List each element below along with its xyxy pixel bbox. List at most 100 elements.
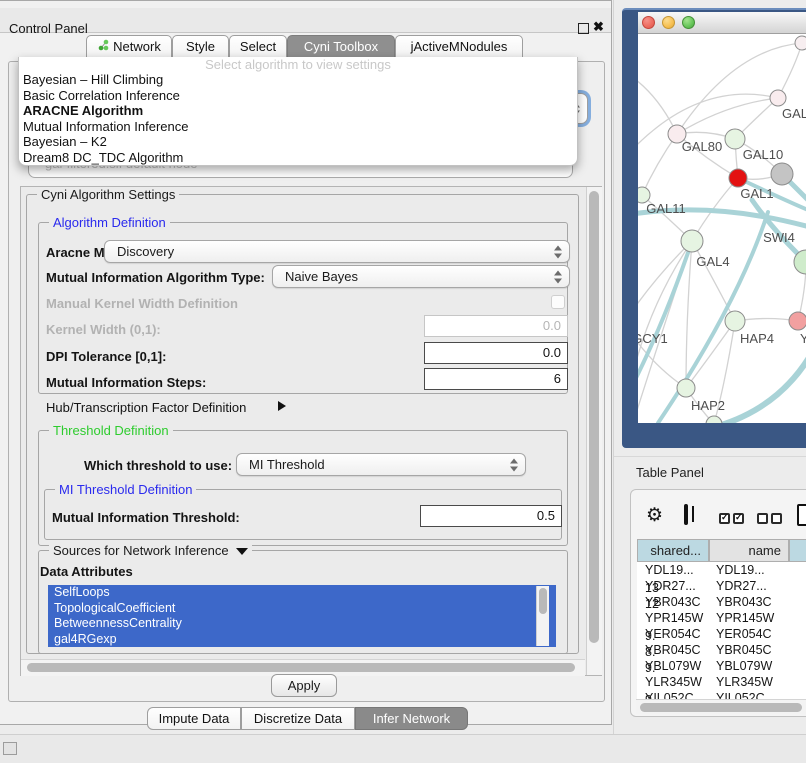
network-node-label: GCY1 bbox=[638, 331, 668, 346]
tab-label: Network bbox=[113, 36, 161, 58]
combo-stepper-icon bbox=[510, 458, 518, 471]
document-icon[interactable] bbox=[797, 504, 806, 526]
tab-jactivemnodules[interactable]: jActiveMNodules bbox=[395, 35, 523, 59]
mi-algorithm-type-value: Naive Bayes bbox=[285, 269, 358, 284]
table-cell: YDR27... bbox=[708, 578, 788, 594]
table-row[interactable]: YPR145WYPR145W9. bbox=[637, 610, 806, 626]
mi-algorithm-type-combo[interactable]: Naive Bayes bbox=[272, 265, 570, 288]
network-node[interactable] bbox=[677, 379, 695, 397]
network-node[interactable] bbox=[789, 312, 806, 330]
panel-divider[interactable] bbox=[613, 0, 614, 734]
data-attribute-item[interactable]: BetweennessCentrality bbox=[48, 616, 556, 632]
list-scrollbar[interactable] bbox=[536, 586, 549, 646]
mi-threshold-definition-title: MI Threshold Definition bbox=[55, 482, 196, 497]
network-node[interactable] bbox=[725, 129, 745, 149]
table-panel-title: Table Panel bbox=[636, 465, 704, 480]
table-cell: YPR145W bbox=[708, 610, 788, 626]
algorithm-definition-title: Algorithm Definition bbox=[49, 215, 170, 230]
network-node[interactable] bbox=[771, 163, 793, 185]
kernel-width-label: Kernel Width (0,1): bbox=[46, 322, 161, 337]
dpi-tolerance-field[interactable]: 0.0 bbox=[424, 342, 568, 364]
columns-icon[interactable] bbox=[684, 504, 688, 525]
network-node-label: SWI4 bbox=[763, 230, 795, 245]
close-icon[interactable]: ✖ bbox=[593, 19, 604, 35]
tab-infer-network[interactable]: Infer Network bbox=[355, 707, 468, 730]
algorithm-option[interactable]: ARACNE Algorithm bbox=[19, 103, 577, 119]
hub-definition-label: Hub/Transcription Factor Definition bbox=[46, 400, 246, 415]
aracne-mode-combo[interactable]: Discovery bbox=[104, 240, 570, 263]
network-edge[interactable] bbox=[686, 241, 692, 388]
mi-threshold-field[interactable]: 0.5 bbox=[420, 505, 562, 527]
table-cell: YBR043C bbox=[637, 594, 708, 610]
select-all-icon[interactable] bbox=[719, 511, 744, 529]
table-row[interactable]: YLR345WYLR345W9. bbox=[637, 674, 806, 690]
collapse-down-icon[interactable] bbox=[236, 548, 248, 555]
network-edge[interactable] bbox=[677, 98, 778, 134]
network-edge[interactable] bbox=[658, 212, 768, 423]
data-attribute-item[interactable]: gal4RGexp bbox=[48, 632, 556, 648]
float-window-icon[interactable] bbox=[578, 23, 589, 34]
table-row[interactable]: YBL079WYBL079W bbox=[637, 658, 806, 674]
deselect-all-icon[interactable] bbox=[757, 511, 782, 529]
column-header-name[interactable]: name bbox=[709, 539, 789, 562]
close-traffic-light-icon[interactable] bbox=[642, 16, 655, 29]
which-threshold-value: MI Threshold bbox=[249, 457, 325, 472]
data-attribute-item[interactable]: SelfLoops bbox=[48, 585, 556, 601]
table-row[interactable]: YBR043CYBR043C bbox=[637, 594, 806, 610]
data-attribute-item[interactable]: TopologicalCoefficient bbox=[48, 601, 556, 617]
tab-impute-data[interactable]: Impute Data bbox=[147, 707, 241, 730]
zoom-traffic-light-icon[interactable] bbox=[682, 16, 695, 29]
network-node[interactable] bbox=[795, 36, 806, 50]
bottom-left-grip-icon[interactable] bbox=[3, 742, 17, 755]
control-panel-titlebar: Control Panel ✖ bbox=[0, 8, 611, 33]
algorithm-option[interactable]: Mutual Information Inference bbox=[19, 119, 577, 135]
apply-button[interactable]: Apply bbox=[271, 674, 337, 697]
kernel-width-field[interactable]: 0.0 bbox=[424, 315, 568, 337]
algorithm-dropdown-hint: Select algorithm to view settings bbox=[19, 57, 577, 72]
algorithm-option[interactable]: Bayesian – Hill Climbing bbox=[19, 72, 577, 88]
network-node[interactable] bbox=[725, 311, 745, 331]
column-header-a[interactable]: A bbox=[789, 539, 806, 562]
network-node[interactable] bbox=[770, 90, 786, 106]
combo-stepper-icon bbox=[554, 270, 562, 283]
status-strip bbox=[0, 734, 806, 763]
tab-network[interactable]: Network bbox=[86, 35, 172, 59]
settings-vertical-scrollbar[interactable] bbox=[586, 187, 602, 675]
network-canvas[interactable]: GALGAL80GAL10GAL1GAL11GAL4SWI4HAP4YGCY1H… bbox=[638, 34, 806, 423]
table-row[interactable]: YBR045CYBR045C9. bbox=[637, 642, 806, 658]
network-node-label: HAP2 bbox=[691, 398, 725, 413]
table-row[interactable]: YDL19...YDL19...13 bbox=[637, 562, 806, 578]
network-node[interactable] bbox=[729, 169, 747, 187]
mi-steps-field[interactable]: 6 bbox=[424, 368, 568, 390]
table-horizontal-scrollbar[interactable] bbox=[636, 699, 806, 714]
network-edge[interactable] bbox=[642, 134, 677, 195]
tab-select[interactable]: Select bbox=[229, 35, 287, 59]
network-edge[interactable] bbox=[686, 321, 735, 388]
network-icon bbox=[97, 36, 109, 58]
expand-right-icon[interactable] bbox=[278, 401, 286, 411]
gear-icon[interactable]: ⚙ bbox=[646, 505, 663, 527]
algorithm-option[interactable]: Dream8 DC_TDC Algorithm bbox=[19, 150, 577, 166]
table-cell: YDL19... bbox=[637, 562, 708, 578]
minimize-traffic-light-icon[interactable] bbox=[662, 16, 675, 29]
tab-discretize-data[interactable]: Discretize Data bbox=[241, 707, 355, 730]
manual-kernel-width-checkbox[interactable] bbox=[551, 295, 565, 309]
node-table[interactable]: YDL19...YDL19...13YDR27...YDR27...12YBR0… bbox=[637, 562, 806, 702]
data-attributes-list[interactable]: SelfLoopsTopologicalCoefficientBetweenne… bbox=[48, 585, 556, 647]
column-header-shared-[interactable]: shared... bbox=[637, 539, 709, 562]
table-cell: YBR045C bbox=[708, 642, 788, 658]
network-node[interactable] bbox=[681, 230, 703, 252]
network-node-label: GAL bbox=[782, 106, 806, 121]
network-edge[interactable] bbox=[638, 74, 677, 134]
algorithm-option[interactable]: Bayesian – K2 bbox=[19, 134, 577, 150]
table-row[interactable]: YDR27...YDR27...12 bbox=[637, 578, 806, 594]
tab-cyni-toolbox[interactable]: Cyni Toolbox bbox=[287, 35, 395, 59]
which-threshold-combo[interactable]: MI Threshold bbox=[236, 453, 526, 476]
tab-style[interactable]: Style bbox=[172, 35, 229, 59]
table-cell: YDL19... bbox=[708, 562, 788, 578]
algorithm-option[interactable]: Basic Correlation Inference bbox=[19, 88, 577, 104]
network-node-label: GAL4 bbox=[696, 254, 729, 269]
network-edge[interactable] bbox=[718, 356, 806, 423]
network-edge[interactable] bbox=[778, 43, 802, 98]
table-row[interactable]: YER054CYER054C8. bbox=[637, 626, 806, 642]
